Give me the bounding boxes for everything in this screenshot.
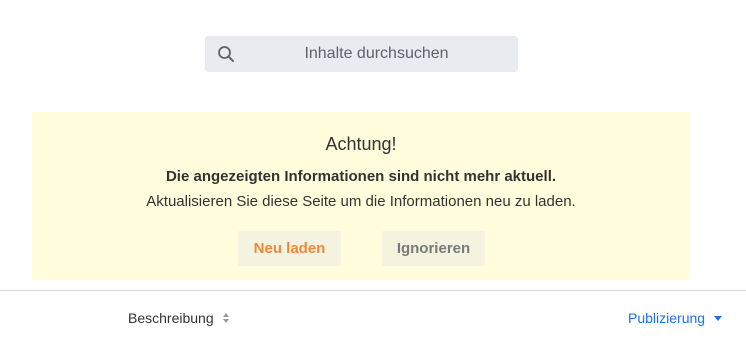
sort-both-icon	[222, 312, 230, 324]
search-input[interactable]	[205, 36, 518, 72]
outdated-warning-banner: Achtung! Die angezeigten Informationen s…	[32, 112, 690, 280]
search-icon[interactable]	[217, 45, 235, 63]
sort-down-icon	[713, 314, 723, 322]
column-header-description[interactable]: Beschreibung	[128, 310, 230, 326]
column-header-publication[interactable]: Publizierung	[628, 310, 723, 326]
banner-subtitle: Die angezeigten Informationen sind nicht…	[165, 168, 557, 185]
divider	[0, 290, 746, 291]
search-bar	[205, 36, 518, 72]
ignore-button[interactable]: Ignorieren	[382, 231, 485, 266]
page: Achtung! Die angezeigten Informationen s…	[0, 0, 746, 344]
reload-button[interactable]: Neu laden	[238, 231, 341, 266]
banner-message: Aktualisieren Sie diese Seite um die Inf…	[146, 193, 576, 210]
banner-title: Achtung!	[325, 134, 397, 154]
column-header-label: Beschreibung	[128, 310, 214, 326]
column-header-label: Publizierung	[628, 310, 706, 326]
